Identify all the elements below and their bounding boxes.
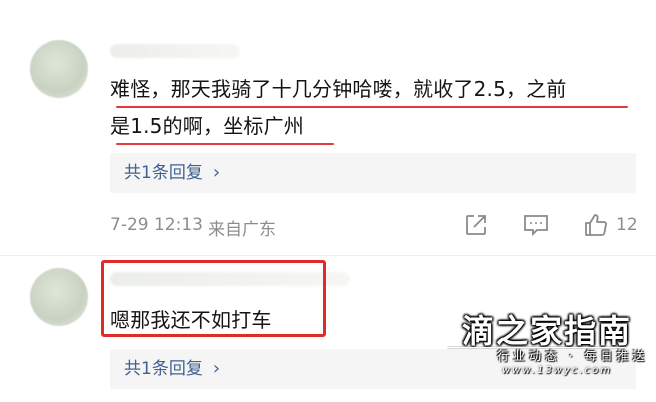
- avatar[interactable]: [30, 268, 88, 326]
- watermark-url: www.13wyc.com: [502, 365, 612, 376]
- comment-date: 7-29 12:13: [110, 215, 203, 235]
- replies-label: 共1条回复: [124, 359, 203, 379]
- chevron-right-icon: ›: [212, 162, 221, 183]
- highlight-underline: [116, 106, 628, 108]
- watermark-title: 滴之家指南: [462, 312, 633, 350]
- comment-location: 来自广东: [208, 220, 276, 240]
- thumbs-up-icon[interactable]: [582, 211, 610, 239]
- comment-icon[interactable]: [522, 212, 550, 238]
- chevron-right-icon: ›: [212, 358, 221, 379]
- share-icon[interactable]: [463, 212, 489, 238]
- watermark-subtitle: 行业动态 · 每日推送: [497, 349, 649, 363]
- avatar[interactable]: [30, 40, 88, 98]
- replies-label: 共1条回复: [124, 163, 203, 183]
- comment-text-line1: 难怪，那天我骑了十几分钟哈喽，就收了2.5，之前: [110, 77, 567, 101]
- like-count: 12: [616, 215, 638, 235]
- highlight-underline: [116, 143, 334, 145]
- divider: [0, 255, 656, 256]
- comment-text: 嗯那我还不如打车: [110, 308, 272, 332]
- comment-text-line2: 是1.5的啊，坐标广州: [110, 114, 305, 138]
- view-replies-link[interactable]: 共1条回复 ›: [110, 153, 636, 193]
- username-blurred[interactable]: [110, 44, 240, 58]
- reply-bar[interactable]: 共1条回复 ›: [110, 153, 636, 193]
